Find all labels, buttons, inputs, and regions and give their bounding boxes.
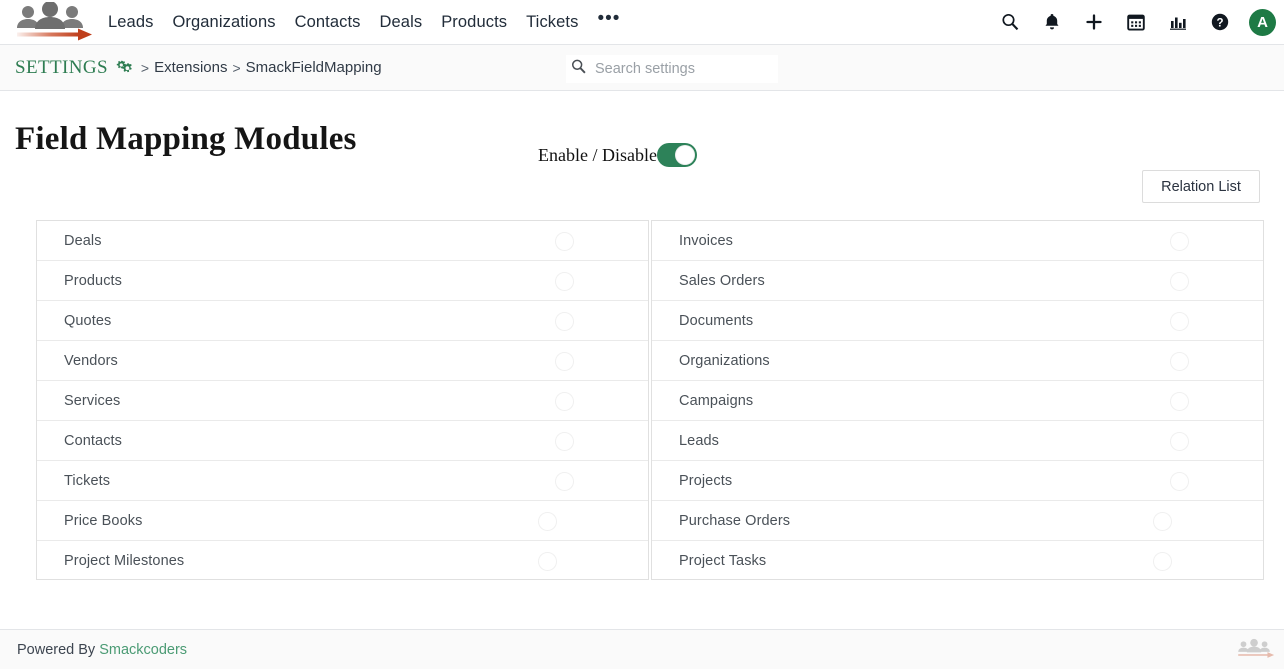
toggle-knob — [555, 312, 574, 331]
nav-link-deals[interactable]: Deals — [380, 13, 423, 32]
module-name-label: Project Tasks — [652, 553, 766, 569]
bell-icon[interactable] — [1041, 11, 1063, 33]
module-name-label: Quotes — [37, 313, 111, 329]
module-row: Project Milestones — [37, 541, 648, 581]
toggle-knob — [555, 352, 574, 371]
module-name-label: Deals — [37, 233, 102, 249]
module-name-label: Price Books — [37, 513, 142, 529]
toggle-knob — [555, 272, 574, 291]
module-row: Products — [37, 261, 648, 301]
toggle-knob — [1170, 352, 1189, 371]
relation-list-button[interactable]: Relation List — [1142, 170, 1260, 203]
nav-link-contacts[interactable]: Contacts — [295, 13, 361, 32]
toggle-knob — [1170, 432, 1189, 451]
module-name-label: Leads — [652, 433, 719, 449]
module-row: Projects — [652, 461, 1263, 501]
module-name-label: Invoices — [652, 233, 733, 249]
search-icon — [570, 58, 587, 80]
module-name-label: Organizations — [652, 353, 770, 369]
toggle-knob — [1170, 272, 1189, 291]
module-table-right: Invoices Sales Orders Documents Organizatio… — [651, 220, 1264, 580]
nav-link-organizations[interactable]: Organizations — [172, 13, 275, 32]
toggle-knob — [538, 552, 557, 571]
smackcoders-link[interactable]: Smackcoders — [99, 642, 187, 658]
footer-text: Powered BySmackcoders — [0, 642, 187, 658]
module-name-label: Sales Orders — [652, 273, 765, 289]
breadcrumb-current: SmackFieldMapping — [246, 59, 382, 76]
module-name-label: Products — [37, 273, 122, 289]
module-row: Tickets — [37, 461, 648, 501]
crm-people-arrow-logo[interactable] — [4, 2, 100, 42]
module-row: Campaigns — [652, 381, 1263, 421]
nav-more-menu-icon[interactable]: ••• — [597, 14, 620, 30]
module-name-label: Campaigns — [652, 393, 753, 409]
module-name-label: Contacts — [37, 433, 122, 449]
enable-disable-toggle[interactable] — [657, 143, 697, 167]
module-row: Deals — [37, 221, 648, 261]
avatar[interactable]: A — [1249, 9, 1276, 36]
search-settings-box[interactable] — [566, 55, 778, 83]
enable-disable-label: Enable / Disable — [538, 145, 657, 166]
toggle-knob — [1170, 232, 1189, 251]
breadcrumb-extensions[interactable]: Extensions — [154, 59, 227, 76]
nav-link-tickets[interactable]: Tickets — [526, 13, 578, 32]
module-row: Quotes — [37, 301, 648, 341]
toggle-knob — [1170, 312, 1189, 331]
breadcrumb-separator-2: > — [232, 60, 240, 76]
module-name-label: Tickets — [37, 473, 110, 489]
toggle-knob — [555, 432, 574, 451]
module-row: Documents — [652, 301, 1263, 341]
toggle-knob — [555, 232, 574, 251]
module-row: Project Tasks — [652, 541, 1263, 581]
breadcrumb: SETTINGS > Extensions > SmackFieldMappin… — [0, 57, 382, 79]
module-table-left: Deals Products Quotes Vendors Services Contac… — [36, 220, 649, 580]
module-name-label: Project Milestones — [37, 553, 184, 569]
module-row: Contacts — [37, 421, 648, 461]
module-row: Services — [37, 381, 648, 421]
module-row: Invoices — [652, 221, 1263, 261]
nav-link-leads[interactable]: Leads — [108, 13, 153, 32]
crm-people-arrow-logo-watermark — [1232, 632, 1278, 666]
module-name-label: Services — [37, 393, 120, 409]
toggle-knob — [538, 512, 557, 531]
toggle-knob — [1170, 392, 1189, 411]
bar-chart-icon[interactable] — [1167, 11, 1189, 33]
powered-by-label: Powered By — [17, 642, 95, 658]
module-name-label: Purchase Orders — [652, 513, 790, 529]
module-row: Sales Orders — [652, 261, 1263, 301]
top-navigation-bar: Leads Organizations Contacts Deals Produ… — [0, 0, 1284, 45]
svg-text:?: ? — [1216, 17, 1223, 29]
gears-icon[interactable] — [116, 59, 136, 77]
toggle-knob — [1170, 472, 1189, 491]
module-row: Leads — [652, 421, 1263, 461]
module-row: Vendors — [37, 341, 648, 381]
help-icon[interactable]: ? — [1209, 11, 1231, 33]
nav-links: Leads Organizations Contacts Deals Produ… — [108, 13, 620, 32]
calendar-icon[interactable] — [1125, 11, 1147, 33]
toggle-knob — [1153, 512, 1172, 531]
toggle-knob — [1153, 552, 1172, 571]
toggle-knob — [555, 392, 574, 411]
breadcrumb-settings[interactable]: SETTINGS — [15, 57, 108, 79]
search-input[interactable] — [593, 60, 765, 78]
page-title: Field Mapping Modules — [15, 121, 357, 158]
module-row: Price Books — [37, 501, 648, 541]
breadcrumb-separator-1: > — [141, 60, 149, 76]
search-icon[interactable] — [999, 11, 1021, 33]
nav-link-products[interactable]: Products — [441, 13, 507, 32]
module-row: Purchase Orders — [652, 501, 1263, 541]
toggle-knob — [675, 145, 695, 165]
logo-svg — [4, 2, 100, 42]
module-name-label: Documents — [652, 313, 753, 329]
footer: Powered BySmackcoders — [0, 629, 1284, 669]
nav-right-icons: ? A — [999, 9, 1284, 36]
plus-icon[interactable] — [1083, 11, 1105, 33]
enable-disable-control: Enable / Disable — [538, 143, 697, 167]
module-name-label: Projects — [652, 473, 732, 489]
toggle-knob — [555, 472, 574, 491]
module-name-label: Vendors — [37, 353, 118, 369]
module-row: Organizations — [652, 341, 1263, 381]
